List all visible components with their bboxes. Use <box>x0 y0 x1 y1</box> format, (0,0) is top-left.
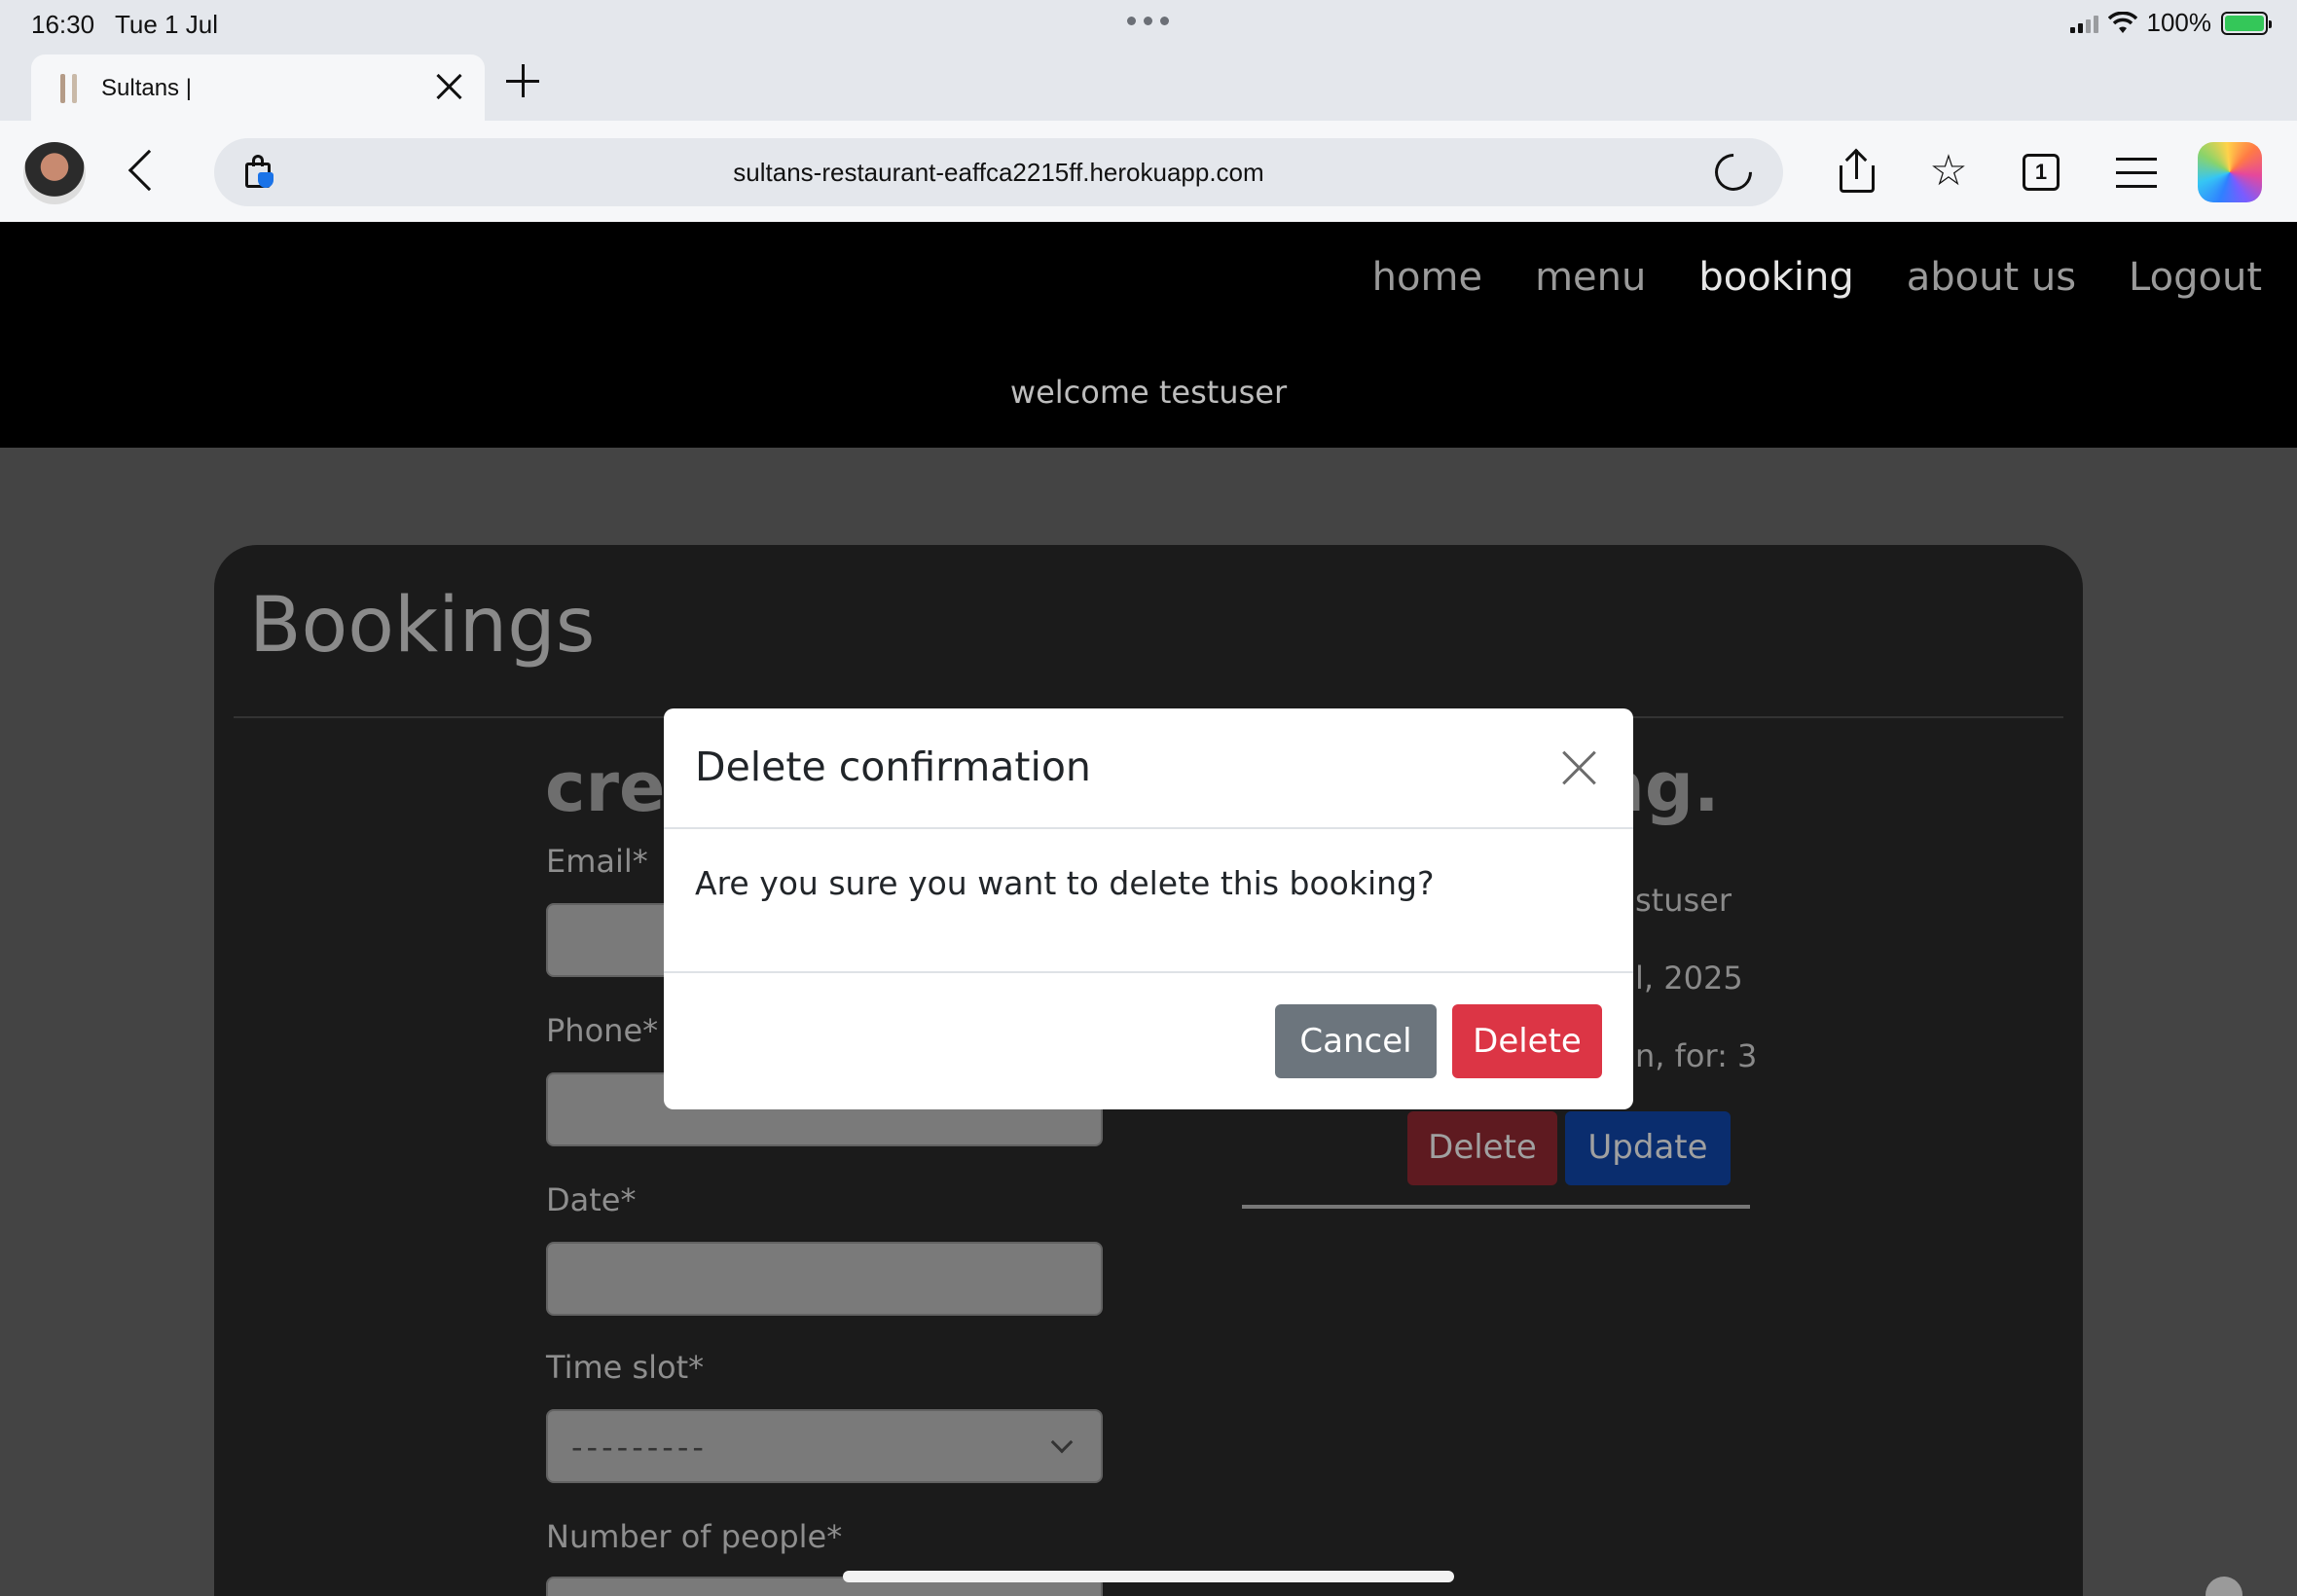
share-icon[interactable] <box>1836 148 1878 193</box>
nav-link-booking[interactable]: booking <box>1698 255 1853 300</box>
modal-title: Delete confirmation <box>695 744 1091 790</box>
people-label: Number of people* <box>546 1518 843 1555</box>
nav-link-menu[interactable]: menu <box>1535 255 1646 300</box>
site-navbar: home menu booking about us Logout welcom… <box>0 222 2297 448</box>
tab-count-icon[interactable]: 1 <box>2023 154 2060 191</box>
booking-info-name: stuser <box>1635 882 1732 919</box>
new-tab-icon[interactable] <box>506 64 539 97</box>
browser-toolbar: sultans-restaurant-eaffca2215ff.herokuap… <box>0 121 2297 222</box>
browser-tab[interactable]: Sultans | <box>31 54 485 121</box>
chevron-down-icon <box>1050 1431 1074 1454</box>
booking-update-button[interactable]: Update <box>1565 1111 1731 1185</box>
time-slot-label: Time slot* <box>546 1349 705 1386</box>
time-slot-select[interactable]: --------- <box>546 1409 1103 1483</box>
back-icon[interactable] <box>128 149 170 192</box>
booking-delete-button[interactable]: Delete <box>1407 1111 1557 1185</box>
hamburger-menu-icon[interactable] <box>2116 158 2157 189</box>
email-label: Email* <box>546 843 648 880</box>
reload-icon[interactable] <box>1707 146 1760 199</box>
booking-divider <box>1242 1205 1750 1209</box>
wifi-icon <box>2107 11 2137 33</box>
confirm-delete-button[interactable]: Delete <box>1452 1004 1602 1078</box>
page-title: Bookings <box>249 582 596 670</box>
time-slot-value: --------- <box>571 1429 708 1466</box>
date-field[interactable] <box>546 1242 1103 1316</box>
tab-title: Sultans | <box>101 75 192 101</box>
close-icon[interactable] <box>1561 749 1598 786</box>
battery-icon <box>2221 11 2272 35</box>
nav-link-logout[interactable]: Logout <box>2129 255 2262 300</box>
nav-links: home menu booking about us Logout <box>1372 255 2262 300</box>
url-text[interactable]: sultans-restaurant-eaffca2215ff.herokuap… <box>214 158 1783 188</box>
booking-info-date: l, 2025 <box>1635 960 1743 997</box>
cellular-signal-icon <box>2069 14 2098 33</box>
status-time: 16:30 <box>31 10 95 39</box>
status-date: Tue 1 Jul <box>115 10 218 39</box>
nav-link-about-us[interactable]: about us <box>1907 255 2076 300</box>
favorite-star-icon[interactable]: ☆ <box>1927 150 1970 193</box>
close-tab-icon[interactable] <box>432 70 465 103</box>
tab-strip: Sultans | <box>0 47 2297 121</box>
fork-knife-icon <box>56 74 82 103</box>
battery-percent: 100% <box>2146 8 2212 37</box>
booking-info-people: n, for: 3 <box>1635 1037 1758 1074</box>
status-bar: 16:30 Tue 1 Jul 100% <box>0 0 2297 47</box>
cancel-button[interactable]: Cancel <box>1275 1004 1437 1078</box>
profile-avatar[interactable] <box>23 142 86 204</box>
copilot-icon[interactable] <box>2198 142 2262 202</box>
date-label: Date* <box>546 1181 637 1218</box>
home-indicator[interactable] <box>843 1571 1454 1582</box>
modal-header: Delete confirmation <box>664 708 1633 829</box>
nav-link-home[interactable]: home <box>1372 255 1482 300</box>
welcome-message: welcome testuser <box>1009 374 1288 411</box>
status-indicators: 100% <box>2069 8 2272 38</box>
modal-message: Are you sure you want to delete this boo… <box>695 864 1435 902</box>
create-booking-heading: cre <box>545 747 666 827</box>
phone-label: Phone* <box>546 1012 659 1049</box>
multitasking-dots-icon[interactable] <box>1127 17 1169 25</box>
address-bar[interactable]: sultans-restaurant-eaffca2215ff.herokuap… <box>214 138 1783 206</box>
modal-footer: Cancel Delete <box>664 971 1633 1109</box>
delete-confirmation-modal: Delete confirmation Are you sure you wan… <box>664 708 1633 1109</box>
